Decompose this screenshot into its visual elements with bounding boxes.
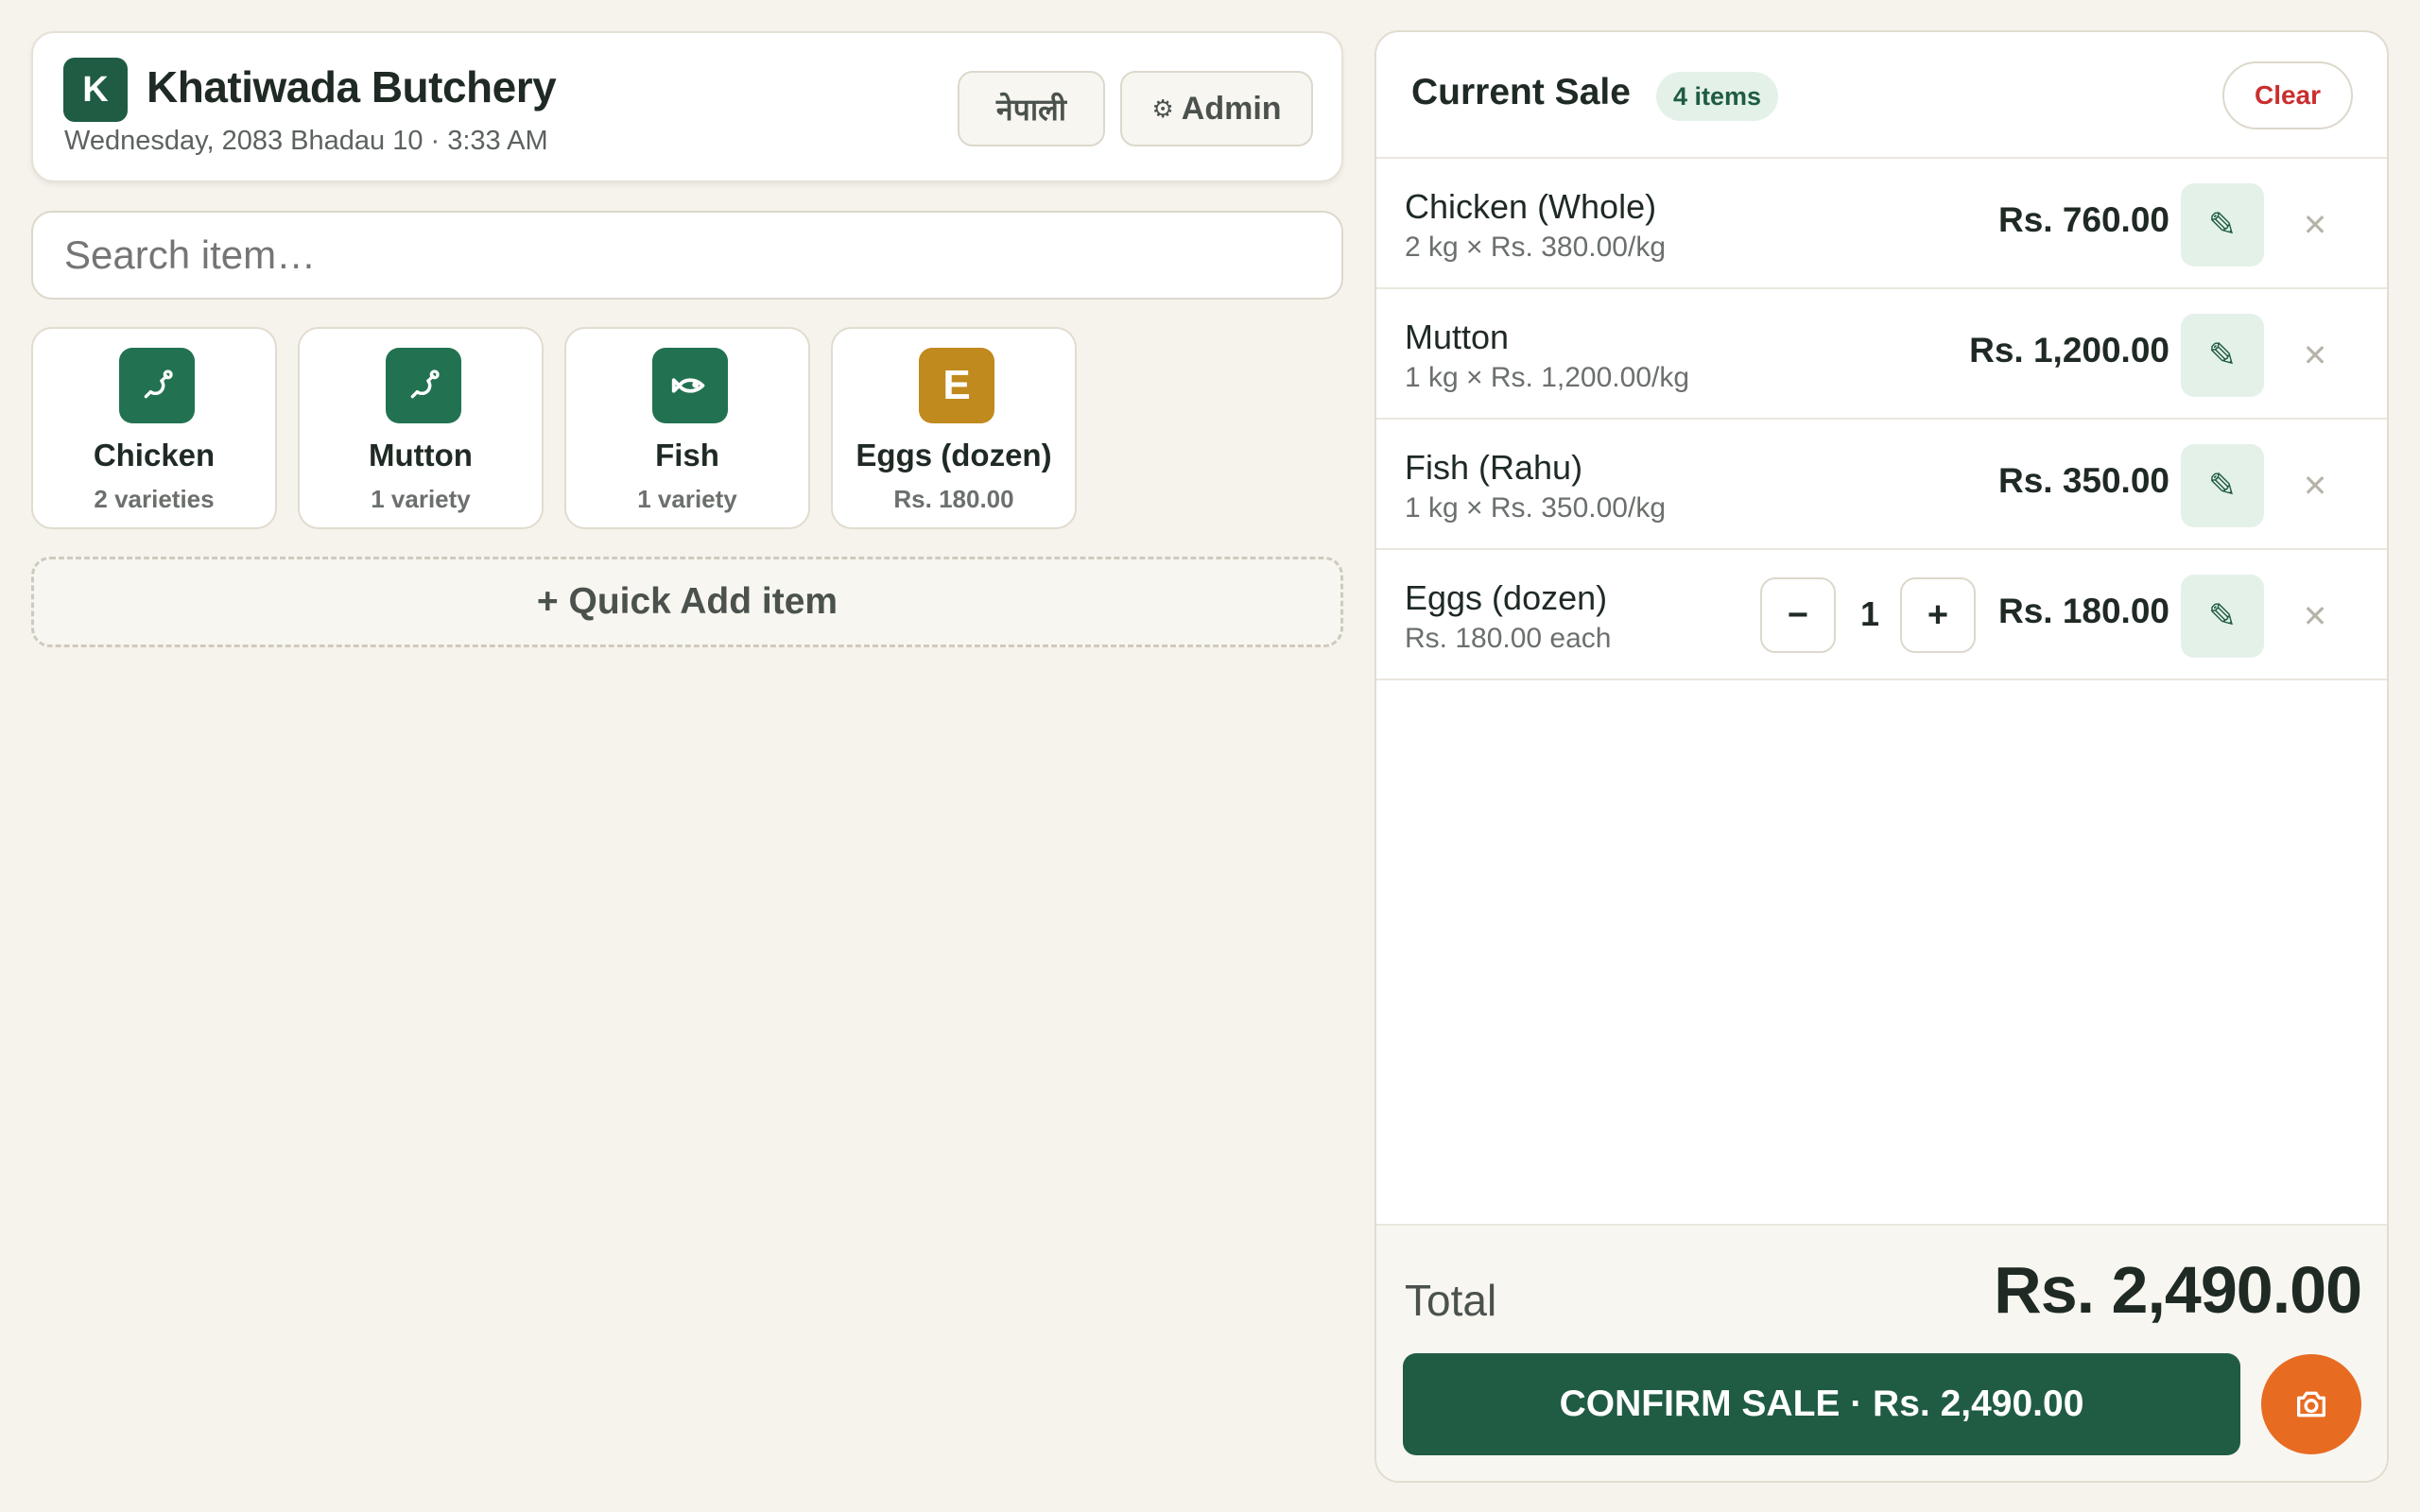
pencil-icon[interactable]: ✎ (2181, 444, 2264, 527)
left-panel: K Khatiwada Butchery Wednesday, 2083 Bha… (31, 31, 1343, 647)
sale-line-item: Chicken (Whole) 2 kg × Rs. 380.00/kg Rs.… (1376, 159, 2387, 289)
category-sub: 1 variety (637, 485, 737, 513)
admin-button-label: Admin (1181, 90, 1282, 127)
close-icon[interactable]: ✕ (2290, 461, 2340, 510)
item-price: Rs. 1,200.00 (1969, 331, 2169, 369)
pencil-icon[interactable]: ✎ (2181, 314, 2264, 397)
close-icon[interactable]: ✕ (2290, 200, 2340, 249)
quantity-plus-button[interactable]: + (1900, 577, 1976, 653)
category-mutton[interactable]: Mutton 1 variety (298, 327, 544, 529)
drumstick-icon (119, 348, 195, 423)
category-name: Fish (655, 438, 719, 472)
camera-icon (2297, 1391, 2325, 1418)
sale-line-item: Mutton 1 kg × Rs. 1,200.00/kg Rs. 1,200.… (1376, 289, 2387, 420)
item-detail: 1 kg × Rs. 350.00/kg (1405, 492, 1667, 524)
category-sub: 2 varieties (94, 485, 215, 513)
clear-button[interactable]: Clear (2222, 61, 2353, 129)
item-price: Rs. 760.00 (1997, 200, 2169, 239)
item-name: Eggs (dozen) (1405, 578, 1608, 617)
category-sub: Rs. 180.00 (893, 485, 1014, 513)
sale-line-item: Fish (Rahu) 1 kg × Rs. 350.00/kg Rs. 350… (1376, 420, 2387, 550)
egg-letter-icon: E (919, 348, 994, 423)
item-detail: 2 kg × Rs. 380.00/kg (1405, 232, 1667, 263)
sale-title: Current Sale (1411, 72, 1631, 112)
gear-icon: ⚙ (1151, 94, 1174, 123)
admin-button[interactable]: ⚙ Admin (1120, 71, 1313, 146)
close-icon[interactable]: ✕ (2290, 331, 2340, 380)
quantity-value: 1 (1859, 594, 1880, 633)
sale-footer: Total Rs. 2,490.00 CONFIRM SALE · Rs. 2,… (1376, 1224, 2387, 1481)
pencil-icon[interactable]: ✎ (2181, 575, 2264, 658)
item-count-badge: 4 items (1656, 72, 1779, 121)
item-name: Fish (Rahu) (1405, 448, 1583, 487)
item-detail: Rs. 180.00 each (1405, 623, 1612, 654)
category-name: Mutton (369, 438, 473, 472)
confirm-sale-button[interactable]: CONFIRM SALE · Rs. 2,490.00 (1403, 1353, 2240, 1455)
close-icon[interactable]: ✕ (2290, 592, 2340, 641)
shop-logo: K (63, 58, 128, 122)
quantity-minus-button[interactable]: − (1760, 577, 1836, 653)
category-sub: 1 variety (371, 485, 471, 513)
shop-header: K Khatiwada Butchery Wednesday, 2083 Bha… (31, 31, 1343, 182)
camera-button[interactable] (2261, 1354, 2361, 1454)
sale-header: Current Sale 4 items Clear (1376, 32, 2387, 159)
item-detail: 1 kg × Rs. 1,200.00/kg (1405, 362, 1690, 393)
category-name: Eggs (dozen) (856, 438, 1052, 472)
search-input[interactable] (31, 211, 1343, 300)
category-name: Chicken (93, 438, 216, 472)
total-value: Rs. 2,490.00 (1994, 1253, 2362, 1327)
pencil-icon[interactable]: ✎ (2181, 183, 2264, 266)
total-label: Total (1405, 1276, 1497, 1325)
item-price: Rs. 180.00 (1997, 592, 2169, 630)
quick-add-button[interactable]: + Quick Add item (31, 557, 1343, 647)
shop-name: Khatiwada Butchery (147, 62, 557, 112)
category-chicken[interactable]: Chicken 2 varieties (31, 327, 277, 529)
category-eggs[interactable]: E Eggs (dozen) Rs. 180.00 (831, 327, 1077, 529)
drumstick-icon (386, 348, 461, 423)
date-time: Wednesday, 2083 Bhadau 10 · 3:33 AM (64, 126, 548, 156)
item-name: Chicken (Whole) (1405, 187, 1657, 226)
language-button[interactable]: नेपाली (958, 71, 1105, 146)
category-fish[interactable]: Fish 1 variety (564, 327, 810, 529)
item-name: Mutton (1405, 318, 1510, 356)
fish-icon (652, 348, 728, 423)
item-price: Rs. 350.00 (1997, 461, 2169, 500)
sale-line-item: Eggs (dozen) Rs. 180.00 each − 1 + Rs. 1… (1376, 550, 2387, 680)
current-sale-panel: Current Sale 4 items Clear Chicken (Whol… (1374, 30, 2389, 1483)
